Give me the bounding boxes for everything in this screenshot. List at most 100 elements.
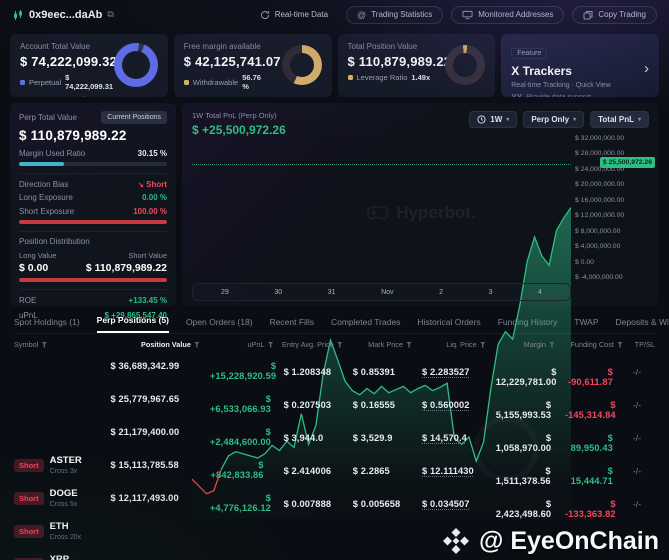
symbol-cell: Short DOGE Cross 5x — [14, 488, 101, 508]
short-value: $ 110,879,989.22 — [85, 262, 167, 274]
total-position-value-card: Total Position Value $ 110,879,989.22 Le… — [337, 34, 496, 97]
account-donut-chart — [113, 43, 158, 87]
copy-trading-button[interactable]: Copy Trading — [572, 5, 657, 24]
chart-y-axis: $ 32,000,000.00 $ 28,000,000.00 $ 24,000,0… — [575, 135, 655, 282]
timeframe-dropdown[interactable]: 1W ▾ — [469, 111, 518, 128]
x-axis-tick: 2 — [439, 288, 443, 296]
col-header-upnl[interactable]: uPnL — [200, 340, 274, 349]
perp-total-value-label: Perp Total Value — [19, 113, 77, 122]
margin-used-label: Margin Used Ratio — [19, 149, 86, 158]
side-badge: Short — [14, 458, 44, 472]
monitor-icon — [462, 10, 473, 20]
position-row-eth[interactable]: ShortETHCross 20x$ 21,179,400.00-6,000.0… — [10, 421, 659, 541]
realtime-data-button[interactable]: Real-time Data — [250, 7, 338, 23]
filter-icon[interactable] — [41, 341, 48, 348]
position-row-xrp[interactable]: ShortXRPCross 10x$ 15,113,785.58-6,610,0… — [10, 454, 659, 560]
position-row-doge[interactable]: ShortDOGECross 5x$ 25,779,967.65-155,723… — [10, 388, 659, 508]
position-row-kpepe[interactable]: ShortkPEPECross 5x$ 12,117,493.00-2,141,… — [10, 487, 659, 520]
col-header-funding-cost[interactable]: Funding Cost — [555, 340, 623, 349]
short-exposure-value: 100.00 % — [133, 207, 167, 216]
roe-label: ROE — [19, 296, 37, 305]
trend-down-icon: ↘ — [138, 182, 144, 189]
position-value-cell: $ 12,117,493.00-2,141,656,593 kPEPE — [110, 493, 179, 503]
leverage-dot — [347, 75, 353, 80]
eyeonchain-watermark-text: @ EyeOnChain — [479, 526, 659, 555]
feature-title: X Trackers — [511, 64, 572, 78]
short-exposure-bar — [19, 220, 167, 224]
feature-subtitle: Real-time Tracking · Quick View — [511, 82, 611, 89]
x-axis-tick: 30 — [274, 288, 283, 296]
y-axis-tick: $ 8,000,000.00 — [575, 227, 621, 235]
positions-table-body: ShortASTERCross 3x$ 36,689,342.99-42,866… — [10, 355, 659, 560]
y-axis-tick: $ 0.00 — [575, 258, 594, 266]
pnl-area-chart[interactable] — [192, 139, 571, 518]
trading-statistics-button[interactable]: @ Trading Statistics — [346, 5, 444, 24]
current-positions-button[interactable]: Current Positions — [101, 111, 167, 124]
copy-trading-label: Copy Trading — [598, 10, 646, 19]
at-icon: @ — [357, 9, 367, 20]
feature-eyebrow: Feature — [511, 48, 548, 59]
chevron-down-icon: ▾ — [637, 117, 641, 123]
upnl-cell: $ +4,776,126.12+197.08 % — [209, 493, 271, 513]
copy-address-icon[interactable]: ⧉ — [107, 9, 113, 20]
realtime-data-label: Real-time Data — [274, 10, 329, 19]
tab-perp-positions-5[interactable]: Perp Positions (5) — [96, 315, 169, 333]
col-header-tp-sl[interactable]: TP/SL — [623, 340, 655, 349]
y-axis-tick: $ 4,000,000.00 — [575, 243, 621, 251]
perpetual-label[interactable]: Perpetual — [29, 78, 61, 87]
leverage-value: 1.49x — [411, 73, 431, 82]
partner-logo-icon — [511, 93, 523, 97]
x-axis-tick: 3 — [488, 288, 493, 296]
col-header-entry-avg-price[interactable]: Entry Avg. Price — [274, 340, 343, 349]
col-header-symbol[interactable]: Symbol — [14, 340, 101, 349]
short-value-label: Short Value — [128, 251, 167, 260]
chevron-right-icon[interactable]: › — [644, 61, 649, 76]
metric-dropdown[interactable]: Total PnL ▾ — [590, 111, 649, 128]
pnl-chart-panel: 1W Total PnL (Perp Only) $ +25,500,972.2… — [182, 103, 659, 518]
feature-card[interactable]: Feature X Trackers › Real-time Tracking … — [501, 34, 659, 97]
perp-total-value: $ 110,879,989.22 — [19, 128, 127, 143]
position-donut-chart — [445, 45, 486, 85]
margin-used-fill — [19, 162, 64, 166]
perpetual-value: $ 74,222,099.31 — [65, 73, 114, 91]
tab-spot-holdings-1[interactable]: Spot Holdings (1) — [14, 317, 80, 333]
margin-used-bar — [19, 162, 167, 166]
withdrawable-dot — [183, 79, 189, 85]
candles-icon — [12, 9, 24, 21]
summary-cards: Account Total Value $ 74,222,099.32 Perp… — [10, 34, 659, 97]
col-header-mark-price[interactable]: Mark Price — [343, 340, 413, 349]
wallet-address-text: 0x9eec...daAb — [29, 8, 103, 21]
free-margin-card: Free margin available $ 42,125,741.07 Wi… — [173, 34, 332, 97]
y-axis-tick: $ 20,000,000.00 — [575, 181, 625, 189]
monitored-addresses-button[interactable]: Monitored Addresses — [451, 5, 565, 24]
y-axis-tick: $ 16,000,000.00 — [575, 196, 625, 204]
col-header-position-value[interactable]: Position Value — [101, 340, 200, 349]
direction-bias-label: Direction Bias — [19, 180, 69, 189]
chart-title: 1W Total PnL (Perp Only) — [192, 111, 277, 120]
perpetual-dot — [20, 79, 25, 85]
wallet-address[interactable]: 0x9eec...daAb ⧉ — [12, 9, 114, 21]
short-exposure-label: Short Exposure — [19, 207, 75, 216]
divider — [19, 231, 167, 232]
col-header-margin[interactable]: Margin — [486, 340, 555, 349]
col-header-liq-price[interactable]: Liq. Price — [412, 340, 486, 349]
x-axis-tick: 4 — [538, 288, 542, 296]
metric-label: Total PnL — [598, 115, 634, 124]
mode-dropdown[interactable]: Perp Only ▾ — [523, 111, 585, 128]
chart-x-axis: 29 30 31 Nov 2 3 4 — [192, 283, 571, 301]
tab-twap[interactable]: TWAP — [574, 317, 598, 333]
y-axis-tick: $ 32,000,000.00 — [575, 135, 625, 142]
long-value: $ 0.00 — [19, 262, 49, 274]
side-badge: Short — [14, 524, 44, 538]
roe-value: +133.45 % — [128, 296, 167, 305]
eyeonchain-watermark: @ EyeOnChain — [441, 526, 659, 556]
spot-label[interactable]: Spot › — [29, 95, 49, 97]
x-axis-tick: 31 — [327, 288, 336, 296]
divider — [19, 173, 167, 174]
tab-deposits-withdr[interactable]: Deposits & Withdr▾ — [616, 317, 669, 333]
spot-value: $ 0.01 — [82, 95, 103, 97]
top-bar: 0x9eec...daAb ⧉ Real-time Data @ Trading… — [0, 0, 669, 29]
distribution-bar — [19, 278, 167, 282]
withdrawable-value: 56.76 % — [242, 73, 261, 91]
position-row-aster[interactable]: ShortASTERCross 3x$ 36,689,342.99-42,866… — [10, 355, 659, 475]
